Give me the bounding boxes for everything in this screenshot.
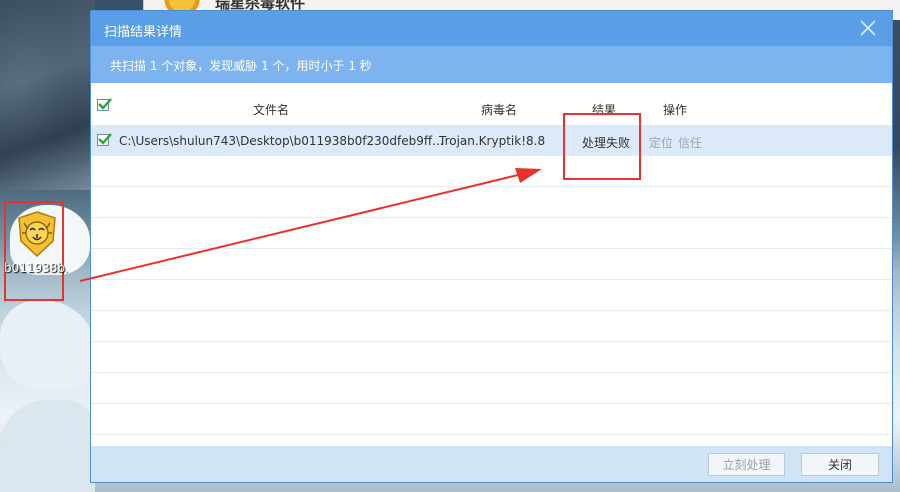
annotation-arrow-icon <box>79 168 542 282</box>
